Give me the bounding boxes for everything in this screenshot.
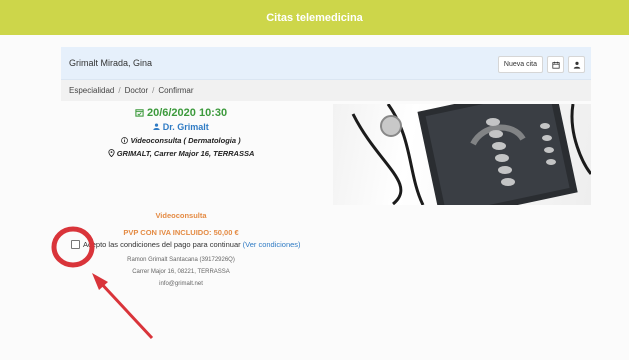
- appointment-summary: 20/6/2020 10:30 Dr. Grimalt Videoconsult…: [61, 105, 301, 158]
- payment-price: PVP CON IVA INCLUIDO: 50,00 €: [123, 228, 239, 237]
- address-row: GRIMALT, Carrer Major 16, TERRASSA: [61, 149, 301, 158]
- new-appointment-button[interactable]: Nueva cita: [497, 56, 543, 73]
- calendar-button[interactable]: [547, 56, 564, 73]
- clinic-address: GRIMALT, Carrer Major 16, TERRASSA: [116, 149, 255, 158]
- company-address: Carrer Major 16, 08221, TERRASSA: [132, 269, 230, 275]
- breadcrumb: Especialidad / Doctor / Confirmar: [61, 80, 591, 101]
- doctor-name: Dr. Grimalt: [162, 122, 209, 132]
- map-pin-icon: [108, 149, 115, 158]
- terms-checkbox[interactable]: [71, 240, 80, 249]
- info-icon: [121, 137, 129, 144]
- view-conditions-link[interactable]: (Ver condiciones): [243, 240, 301, 249]
- company-name: Ramon Grimalt Santacana (39172926Q): [127, 257, 235, 263]
- breadcrumb-separator: /: [152, 86, 155, 95]
- main-content: Grimalt Mirada, Gina Nueva cita Especial…: [0, 35, 629, 360]
- user-button[interactable]: [568, 56, 585, 73]
- app-header: Citas telemedicina: [0, 0, 629, 35]
- calendar-icon: [551, 61, 560, 69]
- patient-bar: Grimalt Mirada, Gina Nueva cita: [61, 47, 591, 80]
- consult-type-row: Videoconsulta ( Dermatologia ): [61, 136, 301, 145]
- payment-summary: Videoconsulta PVP CON IVA INCLUIDO: 50,0…: [61, 211, 301, 237]
- terms-row: Acepto las condiciones del pago para con…: [71, 240, 301, 249]
- patient-name: Grimalt Mirada, Gina: [69, 58, 153, 68]
- user-icon: [573, 61, 580, 69]
- patient-actions: Nueva cita: [497, 56, 585, 73]
- doctor-row: Dr. Grimalt: [61, 122, 301, 132]
- consult-type: Videoconsulta ( Dermatologia ): [130, 136, 241, 145]
- xray-stethoscope-image: [333, 104, 591, 205]
- appointment-datetime-row: 20/6/2020 10:30: [61, 107, 301, 119]
- payment-type: Videoconsulta: [155, 211, 207, 220]
- terms-label[interactable]: Acepto las condiciones del pago para con…: [83, 240, 241, 249]
- user-icon: [153, 123, 160, 130]
- breadcrumb-separator: /: [118, 86, 121, 95]
- breadcrumb-doctor[interactable]: Doctor: [125, 86, 149, 95]
- app-title: Citas telemedicina: [266, 11, 363, 24]
- appointment-datetime: 20/6/2020 10:30: [146, 107, 228, 119]
- breadcrumb-confirm: Confirmar: [158, 86, 194, 95]
- breadcrumb-specialty[interactable]: Especialidad: [69, 86, 114, 95]
- company-email: info@grimalt.net: [159, 281, 203, 287]
- company-info: Ramon Grimalt Santacana (39172926Q) Carr…: [61, 254, 301, 290]
- calendar-icon: [135, 109, 144, 117]
